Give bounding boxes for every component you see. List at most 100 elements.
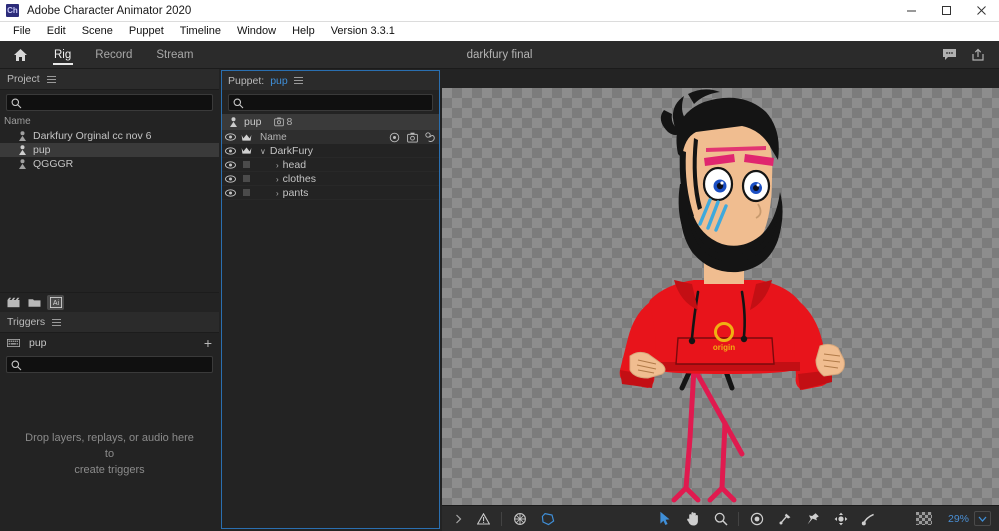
table-row[interactable]: ∨ DarkFury	[222, 144, 439, 158]
eye-icon[interactable]	[222, 146, 238, 155]
mode-bar-actions	[942, 48, 999, 62]
home-icon[interactable]	[6, 48, 34, 62]
table-cell-name: › clothes	[254, 173, 439, 185]
tag-icon	[273, 117, 284, 127]
transparency-grid-icon[interactable]	[915, 512, 932, 525]
origin-target-icon[interactable]	[385, 132, 403, 143]
puppet-search-input[interactable]	[249, 96, 432, 109]
puppet-canvas[interactable]: origin	[442, 88, 999, 505]
hoodie-logo-text: origin	[713, 343, 735, 352]
menu-help[interactable]: Help	[284, 22, 323, 41]
triggers-empty-line-1: Drop layers, replays, or audio here to	[25, 431, 194, 460]
table-cell-name: ∨ DarkFury	[254, 145, 439, 157]
toolbar-divider	[738, 511, 739, 526]
menu-puppet[interactable]: Puppet	[121, 22, 172, 41]
eye-icon[interactable]	[222, 174, 238, 183]
hand-tool[interactable]	[684, 510, 701, 527]
handle-grab-icon[interactable]	[421, 131, 439, 143]
draggable-tool[interactable]	[832, 510, 849, 527]
puppet-icon	[18, 144, 27, 156]
select-arrow-tool[interactable]	[656, 510, 673, 527]
new-folder-icon[interactable]	[26, 295, 43, 310]
project-search-box[interactable]	[6, 94, 213, 111]
mode-tabs: Rig Record Stream	[42, 41, 205, 69]
mesh-polygon-icon[interactable]	[539, 510, 556, 527]
chevron-right-icon[interactable]: ›	[276, 175, 279, 184]
zoom-dropdown-button[interactable]	[974, 511, 991, 526]
minimize-button[interactable]	[894, 0, 929, 22]
toolbar-status-group	[450, 510, 492, 527]
table-cell-name: › pants	[254, 187, 439, 199]
puppet-tree-header: Name	[222, 130, 439, 144]
add-trigger-button[interactable]: +	[204, 336, 212, 350]
stick-tool[interactable]	[860, 510, 877, 527]
project-search-input[interactable]	[27, 96, 212, 109]
pin-tool[interactable]	[804, 510, 821, 527]
search-icon	[11, 360, 22, 371]
layer-label: DarkFury	[269, 144, 314, 157]
search-icon	[233, 98, 244, 109]
chevron-down-icon[interactable]: ∨	[260, 147, 266, 156]
eye-icon[interactable]	[222, 188, 238, 197]
window-title-bar: Ch Adobe Character Animator 2020	[0, 0, 999, 22]
puppet-panel-title: Puppet:	[228, 74, 265, 87]
tab-record[interactable]: Record	[83, 41, 144, 69]
tab-rig[interactable]: Rig	[42, 41, 83, 69]
menu-scene[interactable]: Scene	[74, 22, 121, 41]
list-item[interactable]: QGGGR	[0, 157, 219, 171]
crown-toggle[interactable]	[238, 189, 254, 196]
dangle-tool[interactable]	[776, 510, 793, 527]
table-row[interactable]: › clothes	[222, 172, 439, 186]
eye-icon[interactable]	[222, 160, 238, 169]
search-icon	[11, 98, 22, 109]
application-window: Ch Adobe Character Animator 2020 File Ed…	[0, 0, 999, 531]
zoom-level-value[interactable]: 29%	[948, 513, 969, 525]
import-ai-icon[interactable]: Ai	[47, 295, 64, 310]
menu-timeline[interactable]: Timeline	[172, 22, 229, 41]
puppet-search-row	[222, 90, 439, 114]
menu-bar: File Edit Scene Puppet Timeline Window H…	[0, 22, 999, 41]
toolbar-rig-tools	[748, 510, 877, 527]
triggers-panel-header: Triggers	[0, 312, 219, 333]
share-icon[interactable]	[971, 48, 985, 62]
hamburger-icon[interactable]	[52, 317, 62, 328]
app-logo-icon: Ch	[6, 4, 19, 17]
breadcrumb-label: pup	[244, 116, 262, 128]
crown-toggle[interactable]	[238, 161, 254, 168]
table-row[interactable]: › pants	[222, 186, 439, 200]
zoom-tool[interactable]	[712, 510, 729, 527]
origin-target-icon[interactable]	[511, 510, 528, 527]
list-item[interactable]: pup	[0, 143, 219, 157]
breadcrumb[interactable]: pup 8	[222, 114, 439, 130]
origin-tool[interactable]	[748, 510, 765, 527]
menu-edit[interactable]: Edit	[39, 22, 74, 41]
warning-icon[interactable]	[475, 510, 492, 527]
crown-icon[interactable]	[238, 146, 254, 155]
tag-icon[interactable]	[403, 132, 421, 143]
layer-label: pants	[282, 186, 309, 199]
menu-file[interactable]: File	[5, 22, 39, 41]
hamburger-icon[interactable]	[46, 74, 56, 85]
triggers-search-row	[0, 352, 219, 376]
triggers-search-box[interactable]	[6, 356, 213, 373]
triggers-empty-state: Drop layers, replays, or audio here to c…	[0, 376, 219, 531]
puppet-search-box[interactable]	[228, 94, 433, 111]
new-scene-icon[interactable]	[5, 295, 22, 310]
puppet-panel-name[interactable]: pup	[270, 75, 288, 87]
crown-toggle[interactable]	[238, 175, 254, 182]
maximize-button[interactable]	[929, 0, 964, 22]
chevron-right-icon[interactable]	[450, 510, 467, 527]
menu-version[interactable]: Version 3.3.1	[323, 22, 403, 41]
table-row[interactable]: › head	[222, 158, 439, 172]
triggers-puppet-row: pup +	[0, 333, 219, 352]
list-item[interactable]: Darkfury Orginal cc nov 6	[0, 129, 219, 143]
menu-window[interactable]: Window	[229, 22, 284, 41]
chevron-right-icon[interactable]: ›	[276, 189, 279, 198]
tab-stream[interactable]: Stream	[144, 41, 205, 69]
hamburger-icon[interactable]	[293, 75, 303, 86]
close-button[interactable]	[964, 0, 999, 22]
triggers-search-input[interactable]	[27, 358, 212, 371]
comment-icon[interactable]	[942, 48, 957, 61]
chevron-right-icon[interactable]: ›	[276, 161, 279, 170]
puppet-panel: Puppet: pup pup 8 Name ∨ DarkFury › head…	[221, 70, 440, 529]
